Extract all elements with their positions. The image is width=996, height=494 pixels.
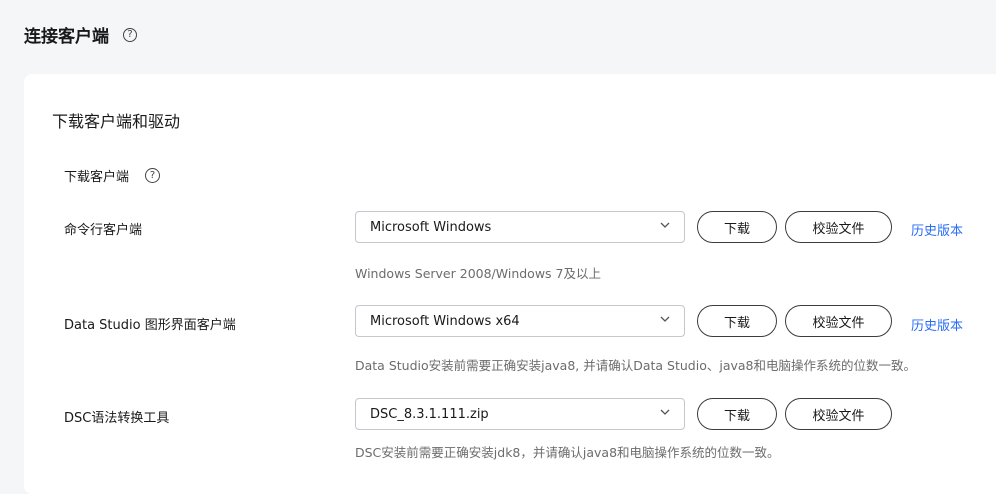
dsc-version-select[interactable]: DSC_8.3.1.111.zip	[355, 398, 685, 430]
client-download-card: 下载客户端和驱动 下载客户端 ? 命令行客户端 Microsoft Window…	[24, 74, 996, 494]
download-button[interactable]: 下载	[697, 211, 777, 243]
verify-file-button[interactable]: 校验文件	[785, 211, 892, 243]
data-studio-os-select[interactable]: Microsoft Windows x64	[355, 305, 685, 337]
help-icon[interactable]: ?	[123, 27, 137, 42]
row-label-cli: 命令行客户端	[64, 223, 143, 238]
chevron-down-icon	[660, 316, 670, 322]
row-label-data-studio: Data Studio 图形界面客户端	[64, 318, 236, 333]
row-label-dsc: DSC语法转换工具	[64, 411, 170, 426]
page-title: 连接客户端	[24, 27, 109, 47]
chevron-down-icon	[660, 409, 670, 415]
verify-file-button[interactable]: 校验文件	[785, 305, 892, 337]
cli-hint: Windows Server 2008/Windows 7及以上	[355, 266, 601, 281]
history-version-link[interactable]: 历史版本	[911, 220, 963, 239]
select-value: Microsoft Windows	[370, 219, 492, 235]
help-icon[interactable]: ?	[145, 168, 161, 183]
download-client-label: 下载客户端	[64, 170, 130, 185]
download-client-header: 下载客户端 ?	[64, 166, 161, 185]
cli-os-select[interactable]: Microsoft Windows	[355, 211, 685, 243]
select-value: DSC_8.3.1.111.zip	[370, 406, 489, 422]
select-value: Microsoft Windows x64	[370, 313, 520, 329]
download-button[interactable]: 下载	[697, 398, 777, 430]
history-version-link[interactable]: 历史版本	[911, 315, 963, 334]
page-header: 连接客户端 ?	[24, 22, 137, 47]
dsc-hint: DSC安装前需要正确安装jdk8，并请确认java8和电脑操作系统的位数一致。	[355, 445, 780, 460]
chevron-down-icon	[660, 222, 670, 228]
download-button[interactable]: 下载	[697, 305, 777, 337]
section-title: 下载客户端和驱动	[52, 112, 181, 131]
verify-file-button[interactable]: 校验文件	[785, 398, 892, 430]
data-studio-hint: Data Studio安装前需要正确安装java8, 并请确认Data Stud…	[355, 358, 916, 373]
